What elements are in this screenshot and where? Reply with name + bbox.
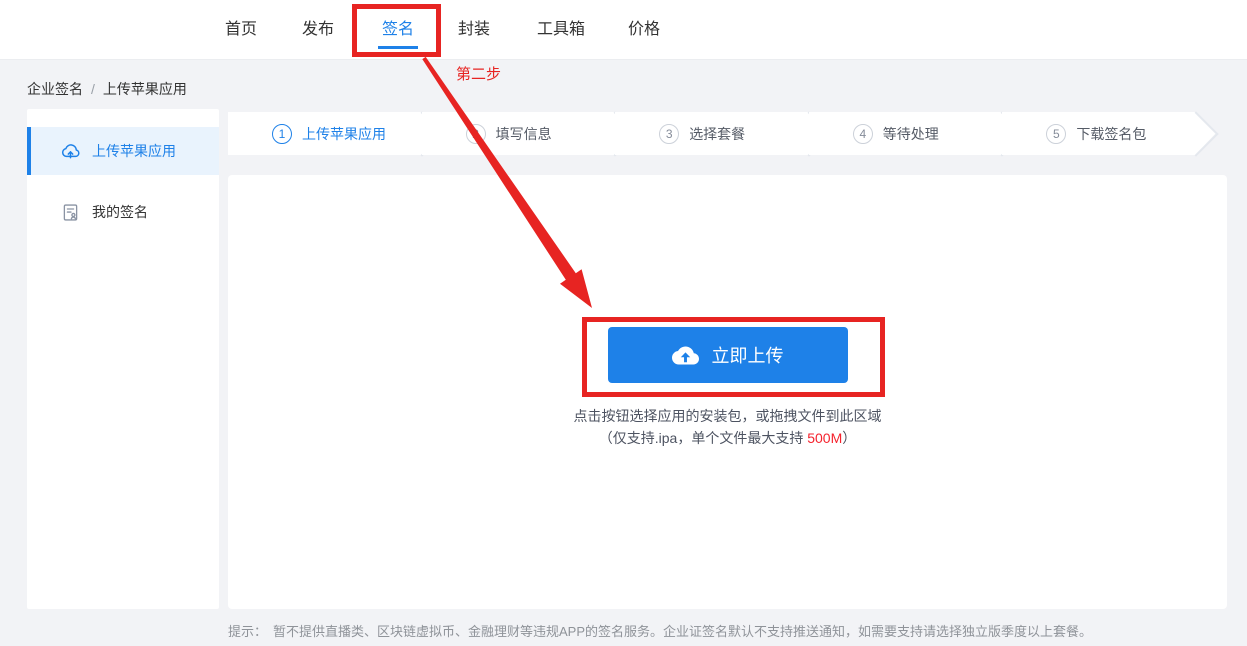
hint-prefix: （仅支持.ipa，单个文件最大支持 — [598, 430, 808, 446]
upload-hint-line2: （仅支持.ipa，单个文件最大支持 500M） — [228, 428, 1227, 448]
nav-item-pricing[interactable]: 价格 — [628, 22, 660, 49]
upload-button-label: 立即上传 — [711, 346, 784, 366]
upload-hint-line1: 点击按钮选择应用的安装包，或拖拽文件到此区域 — [573, 408, 882, 424]
breadcrumb: 企业签名 / 上传苹果应用 — [27, 79, 187, 99]
sidebar-item-my-signatures[interactable]: 我的签名 — [27, 188, 219, 236]
nav-item-toolbox[interactable]: 工具箱 — [537, 22, 585, 49]
step-number-badge: 5 — [1046, 123, 1067, 144]
step-label: 选择套餐 — [689, 125, 746, 142]
sidebar: 上传苹果应用 我的签名 — [27, 109, 219, 609]
nav-item-publish[interactable]: 发布 — [302, 22, 334, 49]
step-number-badge: 3 — [659, 123, 680, 144]
step-upload-apple-app: 1 上传苹果应用 — [228, 112, 422, 155]
step-number-badge: 4 — [852, 123, 873, 144]
tip-text: 暂不提供直播类、区块链虚拟币、金融理财等违规APP的签名服务。企业证签名默认不支… — [273, 624, 1093, 639]
step-label: 等待处理 — [882, 125, 939, 142]
nav-item-signing[interactable]: 签名 — [378, 22, 419, 49]
step-wait-processing: 4 等待处理 — [808, 112, 1003, 155]
cloud-upload-icon — [60, 141, 81, 162]
step-label: 填写信息 — [495, 125, 552, 142]
tip-label: 提示： — [228, 624, 268, 639]
step-label: 下载签名包 — [1076, 125, 1147, 142]
step-fill-info: 2 填写信息 — [421, 112, 616, 155]
signature-icon — [60, 202, 81, 223]
top-navigation: 首页 发布 签名 封装 工具箱 价格 — [0, 0, 1247, 60]
nav-item-packaging[interactable]: 封装 — [458, 22, 490, 49]
step-download-package: 5 下载签名包 — [1002, 112, 1196, 155]
step-number-badge: 2 — [465, 123, 486, 144]
max-size-highlight: 500M — [807, 430, 843, 446]
cloud-upload-filled-icon — [671, 346, 699, 364]
upload-now-button[interactable]: 立即上传 — [607, 327, 848, 383]
breadcrumb-section[interactable]: 企业签名 — [27, 81, 83, 97]
breadcrumb-current: 上传苹果应用 — [102, 81, 187, 97]
upload-panel[interactable]: 立即上传 点击按钮选择应用的安装包，或拖拽文件到此区域 （仅支持.ipa，单个文… — [228, 175, 1227, 609]
step-choose-plan: 3 选择套餐 — [615, 112, 809, 155]
hint-suffix: ） — [842, 430, 857, 446]
step-number-badge: 1 — [272, 123, 292, 144]
nav-item-home[interactable]: 首页 — [225, 22, 257, 49]
page: 首页 发布 签名 封装 工具箱 价格 企业签名 / 上传苹果应用 上传苹果应用 — [0, 0, 1247, 646]
step-wizard: 1 上传苹果应用 2 填写信息 3 选择套餐 4 等待处理 5 下载签名包 — [228, 112, 1196, 155]
sidebar-item-label: 上传苹果应用 — [92, 143, 176, 159]
step-label: 上传苹果应用 — [302, 125, 386, 142]
footer-tip: 提示： 暂不提供直播类、区块链虚拟币、金融理财等违规APP的签名服务。企业证签名默… — [228, 621, 1228, 640]
sidebar-item-label: 我的签名 — [92, 204, 148, 220]
breadcrumb-separator: / — [91, 81, 95, 97]
sidebar-item-upload-apple-app[interactable]: 上传苹果应用 — [27, 127, 219, 175]
